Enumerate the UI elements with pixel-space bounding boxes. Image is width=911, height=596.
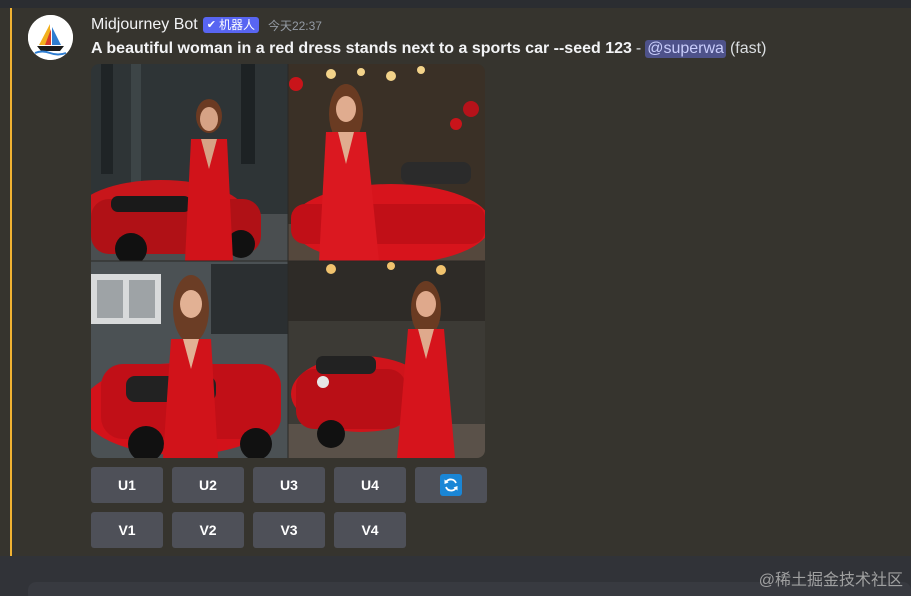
variation-2-button[interactable]: V2 [172,512,244,548]
verified-check-icon: ✔ [206,19,216,31]
reroll-button[interactable] [415,467,487,503]
variation-1-button[interactable]: V1 [91,512,163,548]
watermark: @稀土掘金技术社区 [758,572,903,589]
variation-3-button[interactable]: V3 [253,512,325,548]
discord-chat-window: Midjourney Bot ✔ 机器人 今天22:37 A beautiful… [0,0,911,596]
upscale-4-button[interactable]: U4 [334,467,406,503]
avatar[interactable] [28,15,73,60]
sailboat-logo-icon [28,15,73,60]
author-name[interactable]: Midjourney Bot [91,16,198,34]
generated-image-3 [91,261,288,458]
mention-highlight-bar [10,8,12,556]
bot-tag-label: 机器人 [218,18,255,32]
prompt-text: A beautiful woman in a red dress stands … [91,40,632,57]
upscale-2-button[interactable]: U2 [172,467,244,503]
previous-message-edge [0,0,911,8]
refresh-icon [440,474,462,496]
message-header: Midjourney Bot ✔ 机器人 今天22:37 [91,14,322,36]
upscale-1-button[interactable]: U1 [91,467,163,503]
speed-mode: (fast) [729,40,767,57]
message-content: A beautiful woman in a red dress stands … [91,38,766,60]
image-grid-attachment[interactable] [91,64,485,458]
message-timestamp[interactable]: 今天22:37 [268,17,322,34]
user-mention[interactable]: @superwa [645,40,726,58]
variation-4-button[interactable]: V4 [334,512,406,548]
generated-image-1 [91,64,288,265]
bot-tag: ✔ 机器人 [202,17,259,33]
separator: - [635,40,642,57]
upscale-3-button[interactable]: U3 [253,467,325,503]
generated-image-4 [288,261,485,458]
generated-image-2 [288,64,485,264]
